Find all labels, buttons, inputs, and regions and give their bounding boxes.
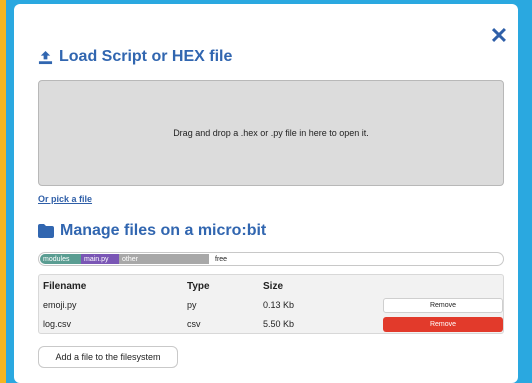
storage-segment-other: other [119, 254, 209, 264]
file-name: emoji.py [43, 300, 77, 310]
drop-zone[interactable]: Drag and drop a .hex or .py file in here… [38, 80, 504, 186]
header-filename: Filename [43, 280, 87, 292]
header-type: Type [187, 280, 210, 292]
manage-files-title: Manage files on a micro:bit [38, 220, 266, 242]
dialog-title-text: Load Script or HEX file [59, 48, 233, 65]
file-size: 0.13 Kb [263, 300, 295, 310]
storage-segment-modules: modules [40, 254, 81, 264]
load-dialog: ✕ Load Script or HEX file Drag and drop … [14, 4, 518, 383]
storage-segment-main: main.py [81, 254, 119, 264]
table-row: log.csv csv 5.50 Kb Remove [39, 315, 503, 333]
pick-file-link[interactable]: Or pick a file [38, 194, 92, 204]
remove-button[interactable]: Remove [383, 297, 503, 313]
file-size: 5.50 Kb [263, 319, 295, 329]
close-icon[interactable]: ✕ [489, 25, 509, 47]
dialog-title: Load Script or HEX file [38, 46, 232, 68]
file-name: log.csv [43, 319, 72, 329]
remove-button[interactable]: Remove [383, 316, 503, 332]
add-file-button[interactable]: Add a file to the filesystem [38, 346, 178, 368]
table-header: Filename Type Size [39, 277, 503, 295]
file-table: Filename Type Size emoji.py py 0.13 Kb R… [38, 274, 504, 334]
file-type: csv [187, 319, 201, 329]
header-size: Size [263, 280, 284, 292]
file-type: py [187, 300, 197, 310]
table-row: emoji.py py 0.13 Kb Remove [39, 296, 503, 314]
storage-usage-bar: modules main.py other free [38, 252, 504, 266]
manage-title-text: Manage files on a micro:bit [60, 222, 267, 239]
upload-icon [38, 50, 53, 64]
folder-icon [38, 224, 54, 238]
storage-segment-free: free [215, 255, 228, 263]
drop-zone-text: Drag and drop a .hex or .py file in here… [173, 128, 369, 138]
